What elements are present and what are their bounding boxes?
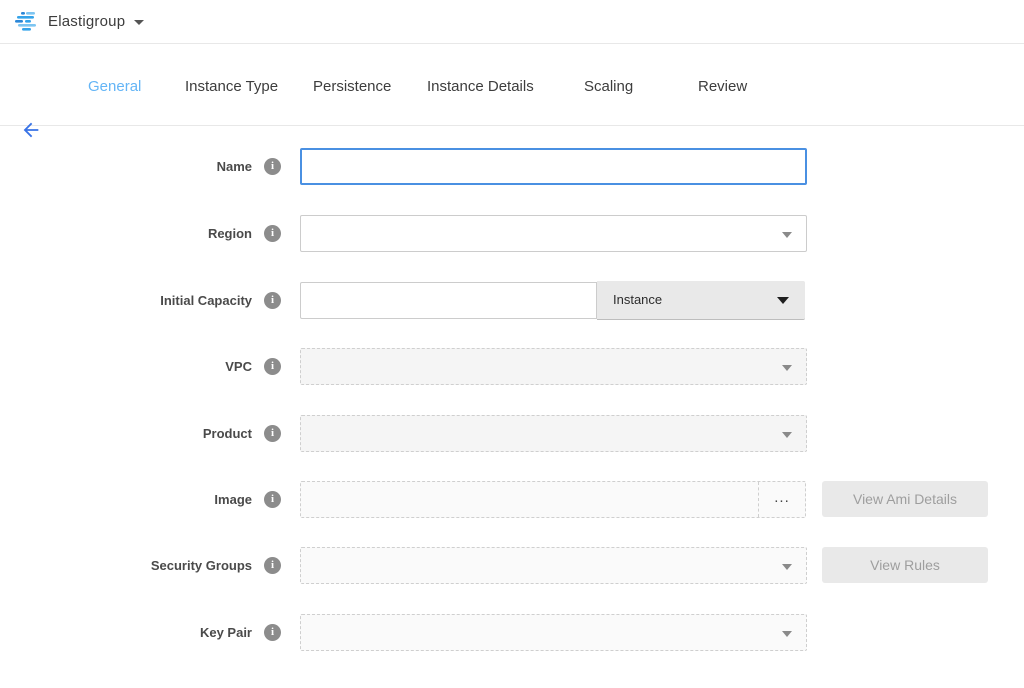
initial-capacity-label: Initial Capacity — [0, 282, 252, 319]
app-title: Elastigroup — [48, 13, 125, 30]
tab-scaling[interactable]: Scaling — [584, 44, 633, 126]
image-input: ... — [300, 481, 806, 518]
browse-ellipsis-button[interactable]: ... — [758, 482, 805, 517]
form-row-key-pair: Key Pair i — [0, 614, 1024, 651]
tab-instance-details[interactable]: Instance Details — [427, 44, 534, 126]
tab-general[interactable]: General — [88, 44, 141, 126]
dropdown-caret-icon — [782, 564, 792, 570]
elastigroup-logo-icon — [14, 11, 40, 33]
dropdown-caret-icon — [782, 432, 792, 438]
info-icon[interactable]: i — [264, 624, 281, 641]
region-label: Region — [0, 215, 252, 252]
info-icon[interactable]: i — [264, 158, 281, 175]
initial-capacity-input[interactable] — [300, 282, 597, 319]
view-ami-details-button[interactable]: View Ami Details — [822, 481, 988, 517]
info-icon[interactable]: i — [264, 225, 281, 242]
security-groups-label: Security Groups — [0, 547, 252, 584]
chevron-down-icon[interactable] — [134, 20, 144, 25]
form-row-image: Image i ... View Ami Details — [0, 481, 1024, 518]
dropdown-caret-icon — [782, 631, 792, 637]
product-select — [300, 415, 807, 452]
info-icon[interactable]: i — [264, 292, 281, 309]
view-rules-button[interactable]: View Rules — [822, 547, 988, 583]
form-row-initial-capacity: Initial Capacity i Instance — [0, 282, 1024, 319]
form-row-name: Name i — [0, 148, 1024, 185]
wizard-tab-bar: General Instance Type Persistence Instan… — [0, 44, 1024, 126]
form-row-product: Product i — [0, 415, 1024, 452]
tab-instance-type[interactable]: Instance Type — [185, 44, 278, 126]
vpc-select — [300, 348, 807, 385]
key-pair-select — [300, 614, 807, 651]
info-icon[interactable]: i — [264, 557, 281, 574]
form-row-security-groups: Security Groups i View Rules — [0, 547, 1024, 584]
vpc-label: VPC — [0, 348, 252, 385]
name-label: Name — [0, 148, 252, 185]
name-input[interactable] — [300, 148, 807, 185]
key-pair-label: Key Pair — [0, 614, 252, 651]
back-arrow-icon[interactable] — [20, 119, 42, 141]
info-icon[interactable]: i — [264, 425, 281, 442]
info-icon[interactable]: i — [264, 358, 281, 375]
dropdown-caret-icon — [782, 365, 792, 371]
info-icon[interactable]: i — [264, 491, 281, 508]
tab-persistence[interactable]: Persistence — [313, 44, 391, 126]
form-row-vpc: VPC i — [0, 348, 1024, 385]
capacity-unit-select[interactable]: Instance — [597, 281, 805, 320]
dropdown-caret-icon — [777, 297, 789, 304]
app-header: Elastigroup — [0, 0, 1024, 44]
tab-review[interactable]: Review — [698, 44, 747, 126]
region-select[interactable] — [300, 215, 807, 252]
product-label: Product — [0, 415, 252, 452]
security-groups-select — [300, 547, 807, 584]
capacity-unit-value: Instance — [613, 281, 662, 319]
form-row-region: Region i — [0, 215, 1024, 252]
image-label: Image — [0, 481, 252, 518]
dropdown-caret-icon — [782, 232, 792, 238]
